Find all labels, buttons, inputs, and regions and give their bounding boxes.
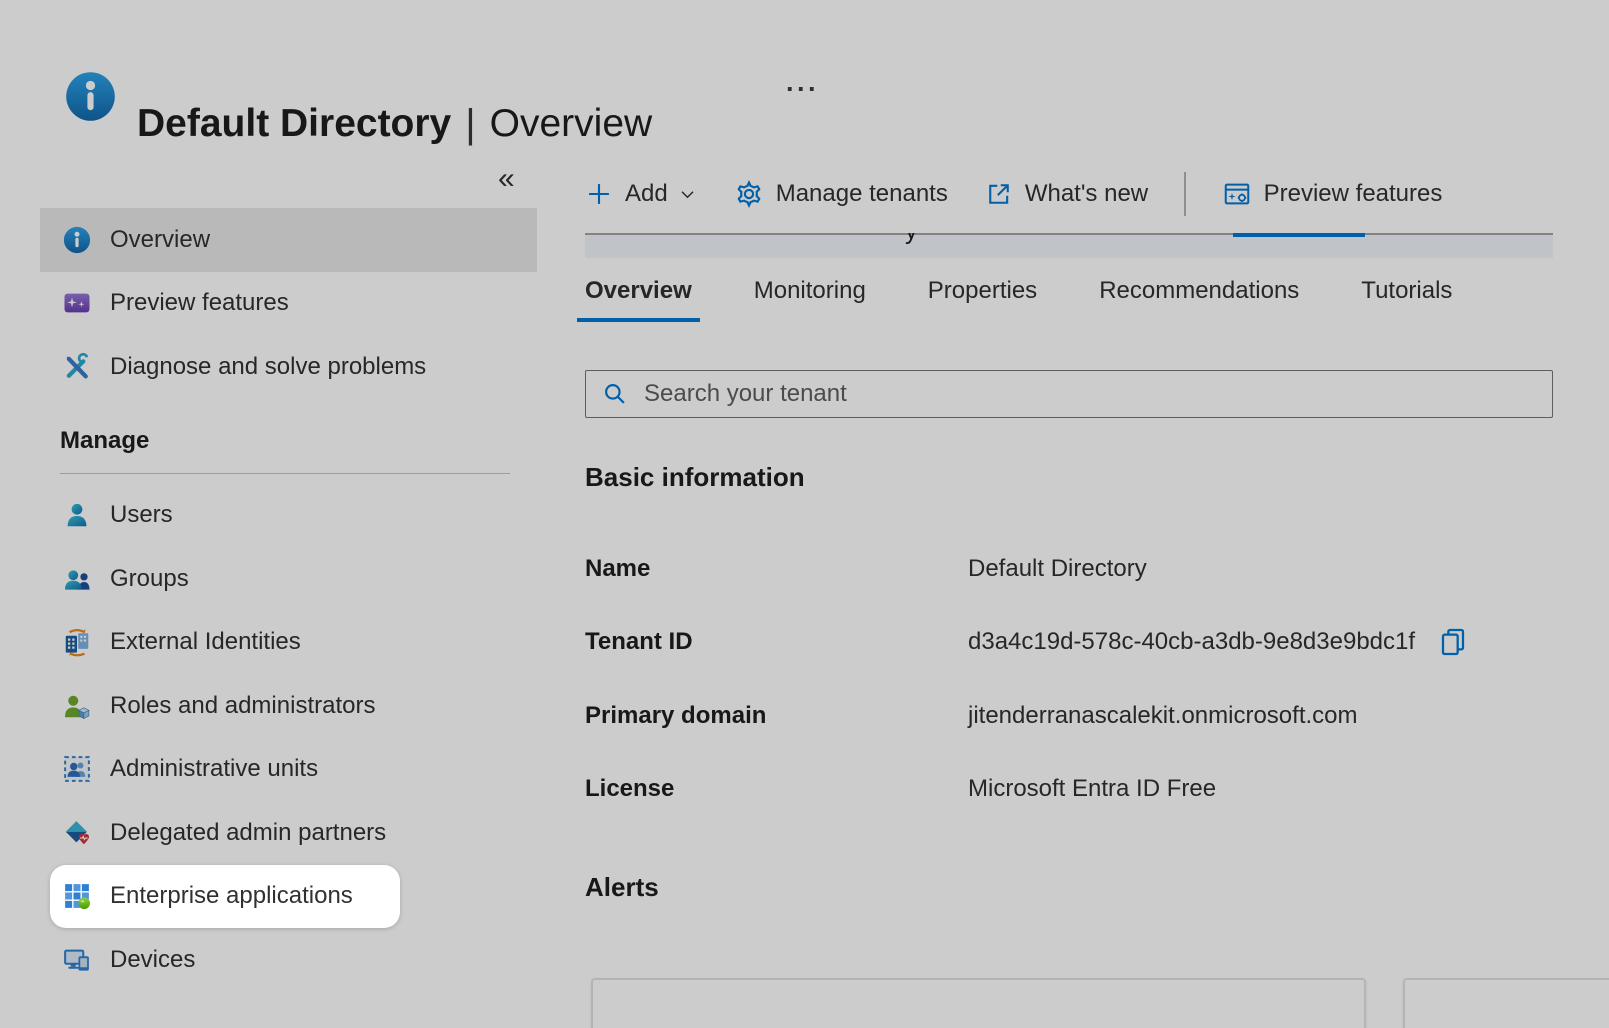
administrative-units-icon — [60, 752, 94, 786]
info-label: Name — [585, 555, 968, 583]
sidebar-item-label: Diagnose and solve problems — [110, 353, 426, 381]
preview-features-toolbar-icon — [1222, 179, 1252, 209]
add-button-label: Add — [625, 180, 668, 208]
sidebar: Overview Preview features — [40, 208, 537, 992]
info-value: d3a4c19d-578c-40cb-a3db-9e8d3e9bdc1f — [968, 626, 1469, 658]
basic-information-heading: Basic information — [585, 462, 805, 493]
tab-monitoring[interactable]: Monitoring — [746, 264, 874, 322]
sidebar-item-label: Enterprise applications — [110, 882, 353, 910]
banner-top-border — [585, 233, 1553, 235]
info-row-primary-domain: Primary domain jitenderranascalekit.onmi… — [585, 679, 1553, 753]
sidebar-item-label: Roles and administrators — [110, 692, 375, 720]
whats-new-button[interactable]: What's new — [985, 180, 1148, 208]
gear-icon — [734, 179, 764, 209]
manage-tenants-button[interactable]: Manage tenants — [734, 179, 948, 209]
info-value: jitenderranascalekit.onmicrosoft.com — [968, 702, 1358, 730]
section-divider — [60, 473, 510, 475]
tab-recommendations[interactable]: Recommendations — [1091, 264, 1307, 322]
entra-overview-page: Default Directory | Overview ··· « Overv… — [0, 0, 1609, 1028]
sidebar-item-enterprise-applications[interactable]: Enterprise applications — [50, 865, 400, 929]
open-in-new-icon — [985, 180, 1013, 208]
alerts-heading: Alerts — [585, 872, 659, 903]
sidebar-section-manage: Manage — [40, 399, 537, 484]
banner-strip — [585, 235, 1553, 258]
directory-info-badge-icon — [64, 70, 117, 123]
sidebar-item-label: Administrative units — [110, 755, 318, 783]
info-label: License — [585, 775, 968, 803]
tenant-id-value: d3a4c19d-578c-40cb-a3db-9e8d3e9bdc1f — [968, 628, 1415, 656]
info-label: Tenant ID — [585, 628, 968, 656]
plus-icon — [585, 180, 613, 208]
sidebar-item-diagnose[interactable]: Diagnose and solve problems — [40, 335, 537, 399]
enterprise-applications-icon — [60, 879, 94, 913]
page-title: Default Directory | Overview — [137, 96, 652, 152]
search-icon — [602, 381, 628, 407]
groups-icon — [60, 562, 94, 596]
tab-properties[interactable]: Properties — [920, 264, 1045, 322]
sidebar-item-administrative-units[interactable]: Administrative units — [40, 738, 537, 802]
user-icon — [60, 498, 94, 532]
info-row-name: Name Default Directory — [585, 532, 1553, 606]
external-identities-icon — [60, 625, 94, 659]
info-row-tenant-id: Tenant ID d3a4c19d-578c-40cb-a3db-9e8d3e… — [585, 606, 1553, 680]
tab-overview[interactable]: Overview — [577, 264, 700, 322]
diagnose-tools-icon — [60, 350, 94, 384]
copy-icon[interactable] — [1437, 626, 1469, 658]
manage-tenants-label: Manage tenants — [776, 180, 948, 208]
sidebar-item-label: Users — [110, 501, 173, 529]
basic-information-table: Name Default Directory Tenant ID d3a4c19… — [585, 532, 1553, 826]
whats-new-label: What's new — [1025, 180, 1148, 208]
sidebar-item-label: Overview — [110, 226, 210, 254]
info-value: Microsoft Entra ID Free — [968, 775, 1216, 803]
search-input[interactable] — [642, 379, 1552, 409]
page-title-blade: Overview — [490, 102, 653, 146]
banner-link-underline — [1233, 233, 1365, 237]
tenant-search — [585, 370, 1553, 418]
preview-features-button[interactable]: Preview features — [1222, 179, 1443, 209]
banner-clipped-text: y — [905, 233, 918, 246]
add-button[interactable]: Add — [585, 180, 697, 208]
info-icon — [60, 223, 94, 257]
tab-tutorials[interactable]: Tutorials — [1353, 264, 1460, 322]
sidebar-item-overview[interactable]: Overview — [40, 208, 537, 272]
sidebar-item-label: Preview features — [110, 289, 289, 317]
alert-card — [591, 978, 1366, 1028]
page-title-directory: Default Directory — [137, 102, 451, 146]
toolbar-divider — [1184, 172, 1186, 216]
sidebar-item-devices[interactable]: Devices — [40, 928, 537, 992]
sidebar-item-label: Groups — [110, 565, 189, 593]
preview-features-icon — [60, 286, 94, 320]
alert-card — [1403, 978, 1609, 1028]
info-value: Default Directory — [968, 555, 1147, 583]
devices-icon — [60, 943, 94, 977]
sidebar-item-roles-administrators[interactable]: Roles and administrators — [40, 674, 537, 738]
sidebar-item-label: Devices — [110, 946, 195, 974]
section-header-manage: Manage — [60, 427, 149, 455]
sidebar-item-preview-features[interactable]: Preview features — [40, 272, 537, 336]
sidebar-item-label: Delegated admin partners — [110, 819, 386, 847]
info-row-license: License Microsoft Entra ID Free — [585, 753, 1553, 827]
sidebar-item-users[interactable]: Users — [40, 484, 537, 548]
sidebar-item-groups[interactable]: Groups — [40, 547, 537, 611]
roles-administrators-icon — [60, 689, 94, 723]
sidebar-collapse-icon[interactable]: « — [498, 162, 515, 196]
delegated-admin-partners-icon — [60, 816, 94, 850]
preview-features-label: Preview features — [1264, 180, 1443, 208]
sidebar-item-delegated-admin-partners[interactable]: Delegated admin partners — [40, 801, 537, 865]
blade-tabs: Overview Monitoring Properties Recommend… — [577, 264, 1460, 322]
chevron-down-icon — [678, 185, 697, 204]
sidebar-item-external-identities[interactable]: External Identities — [40, 611, 537, 675]
page-title-separator: | — [465, 102, 475, 147]
info-label: Primary domain — [585, 702, 968, 730]
sidebar-item-label: External Identities — [110, 628, 301, 656]
notification-banner-sliver: y — [585, 233, 1553, 258]
command-bar: Add Manage tenants — [585, 170, 1442, 218]
more-menu-icon[interactable]: ··· — [786, 74, 819, 105]
